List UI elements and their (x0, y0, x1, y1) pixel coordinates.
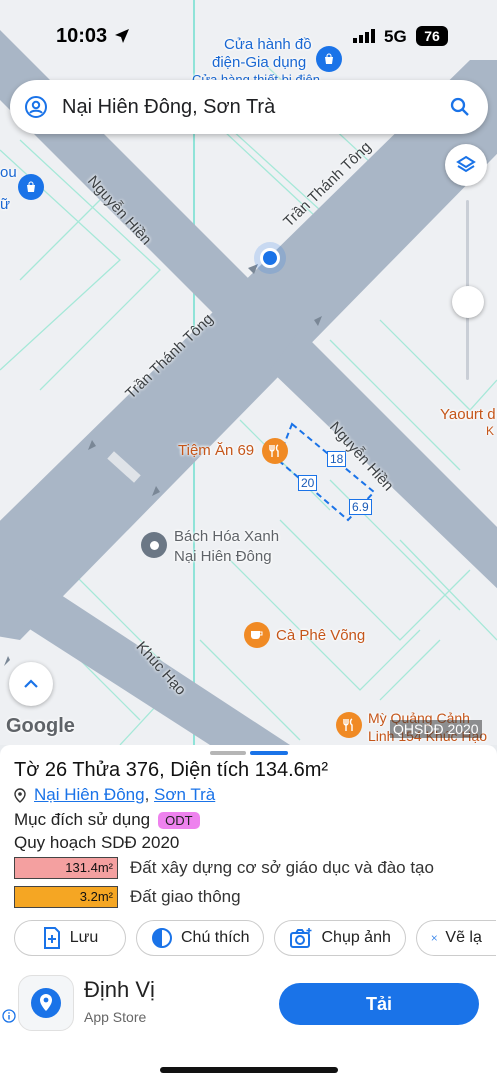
address-link-ward[interactable]: Nại Hiên Đông (34, 785, 145, 805)
draw-button[interactable]: Vẽ lạ (415, 920, 496, 956)
chevron-up-icon (24, 679, 38, 688)
legend-row: 131.4m² Đất xây dựng cơ sở giáo dục và đ… (14, 857, 434, 879)
restaurant-icon[interactable] (262, 438, 288, 464)
usage-purpose-badge: ODT (158, 811, 200, 829)
action-bar: Lưu Chú thích Chụp ảnh Vẽ lạ (14, 920, 496, 956)
parcel-dim-b: 20 (298, 475, 318, 491)
ad-store: App Store (84, 1009, 147, 1025)
parcel-title: Tờ 26 Thửa 376, Diện tích 134.6m² (14, 759, 329, 781)
legend-label: Đất xây dựng cơ sở giáo dục và đào tạo (130, 858, 434, 877)
restaurant-icon[interactable] (336, 712, 362, 738)
legend-value-box: 3.2m² (14, 886, 118, 908)
ruler-pencil-icon (431, 935, 437, 941)
screenshot-label: Chụp ảnh (321, 929, 391, 946)
opacity-slider-thumb[interactable] (452, 286, 484, 318)
address-link-district[interactable]: Sơn Trà (154, 785, 215, 805)
poi-yaourt[interactable]: Yaourt d (440, 406, 496, 423)
draw-label: Vẽ lạ (445, 929, 482, 946)
parcel-address: Nại Hiên Đông , Sơn Trà (14, 785, 215, 805)
address-separator: , (144, 785, 155, 804)
current-location-dot (260, 248, 280, 268)
ad-app-name[interactable]: Định Vị (84, 977, 155, 1003)
battery-indicator: 76 (416, 26, 448, 46)
notes-label: Chú thích (181, 929, 250, 946)
store-pin-icon[interactable] (141, 532, 167, 558)
google-logo: Google (6, 715, 75, 737)
usage-purpose: Mục đích sử dụng ODT (14, 810, 200, 830)
search-bar[interactable]: Nại Hiên Đông, Sơn Trà (10, 80, 488, 134)
app-icon[interactable] (18, 975, 74, 1031)
location-pin-icon (14, 787, 26, 803)
download-button[interactable]: Tải (279, 983, 479, 1025)
map-pin-app-icon (31, 988, 61, 1018)
poi-bach-hoa-line1[interactable]: Bách Hóa Xanh (174, 528, 279, 545)
search-input[interactable]: Nại Hiên Đông, Sơn Trà (62, 96, 450, 119)
save-button[interactable]: Lưu (14, 920, 126, 956)
status-time: 10:03 (56, 25, 108, 47)
parcel-dim-a: 18 (327, 451, 347, 467)
app-ad-banner[interactable]: Định Vị App Store Tải (0, 969, 497, 1080)
layer-tag: QHSDĐ 2020 (390, 720, 482, 738)
poi-ca-phe[interactable]: Cà Phê Võng (276, 627, 365, 644)
poi-yaourt-2: K (486, 424, 495, 438)
legend-label: Đất giao thông (130, 887, 241, 906)
poi-tiem-an[interactable]: Tiệm Ăn 69 (178, 442, 254, 459)
usage-purpose-label: Mục đích sử dụng (14, 810, 151, 829)
screenshot-button[interactable]: Chụp ảnh (274, 920, 406, 956)
layers-icon (456, 155, 476, 173)
poi-bach-hoa-line2[interactable]: Nại Hiên Đông (174, 548, 272, 565)
add-bookmark-icon (43, 927, 60, 949)
search-icon[interactable] (450, 97, 470, 117)
poi-left-cut-1: ou (0, 164, 17, 181)
legend-value-box: 131.4m² (14, 857, 118, 879)
home-indicator[interactable] (160, 1067, 338, 1073)
sheet-handle-left[interactable] (210, 751, 246, 755)
notes-button[interactable]: Chú thích (136, 920, 265, 956)
location-arrow-icon (115, 29, 129, 43)
map-view[interactable]: 18 20 6.9 Nguyễn Hiền Trần Thánh Tông Tr… (0, 0, 497, 745)
parcel-info-sheet[interactable]: Tờ 26 Thửa 376, Diện tích 134.6m² Nại Hi… (0, 745, 497, 1080)
status-bar: 10:03 5G 76 (0, 0, 497, 72)
save-label: Lưu (69, 929, 99, 946)
camera-icon (290, 928, 312, 948)
planning-label: Quy hoạch SDĐ 2020 (14, 833, 180, 852)
parcel-dim-c: 6.9 (349, 499, 372, 515)
poi-left-cut-2: ữ (0, 196, 11, 213)
shopping-bag-icon[interactable] (18, 174, 44, 200)
sheet-handle-right[interactable] (250, 751, 288, 755)
legend-row: 3.2m² Đất giao thông (14, 886, 241, 908)
profile-icon[interactable] (24, 95, 48, 119)
layers-button[interactable] (445, 144, 487, 186)
signal-icon (353, 29, 375, 43)
info-icon[interactable] (2, 1009, 16, 1023)
network-type: 5G (384, 27, 407, 46)
expand-sheet-button[interactable] (9, 662, 53, 706)
half-circle-icon (152, 928, 172, 948)
coffee-cup-icon[interactable] (244, 622, 270, 648)
